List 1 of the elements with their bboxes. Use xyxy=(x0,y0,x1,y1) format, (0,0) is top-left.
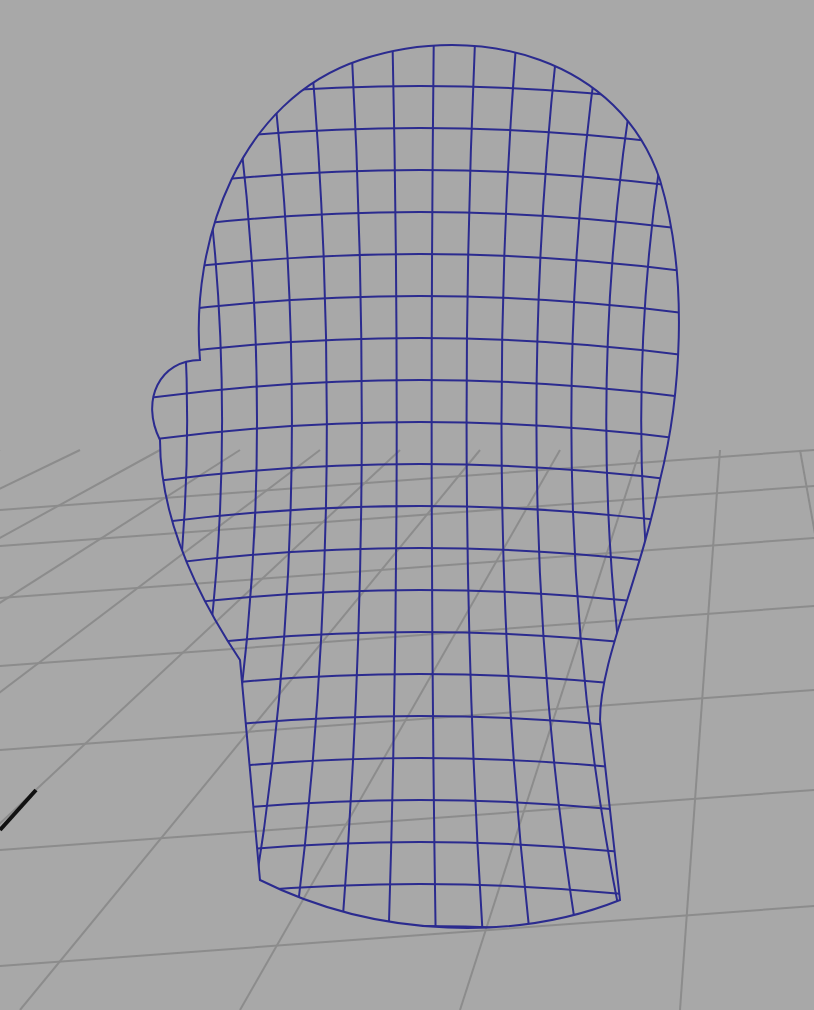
axis-line xyxy=(0,788,38,832)
